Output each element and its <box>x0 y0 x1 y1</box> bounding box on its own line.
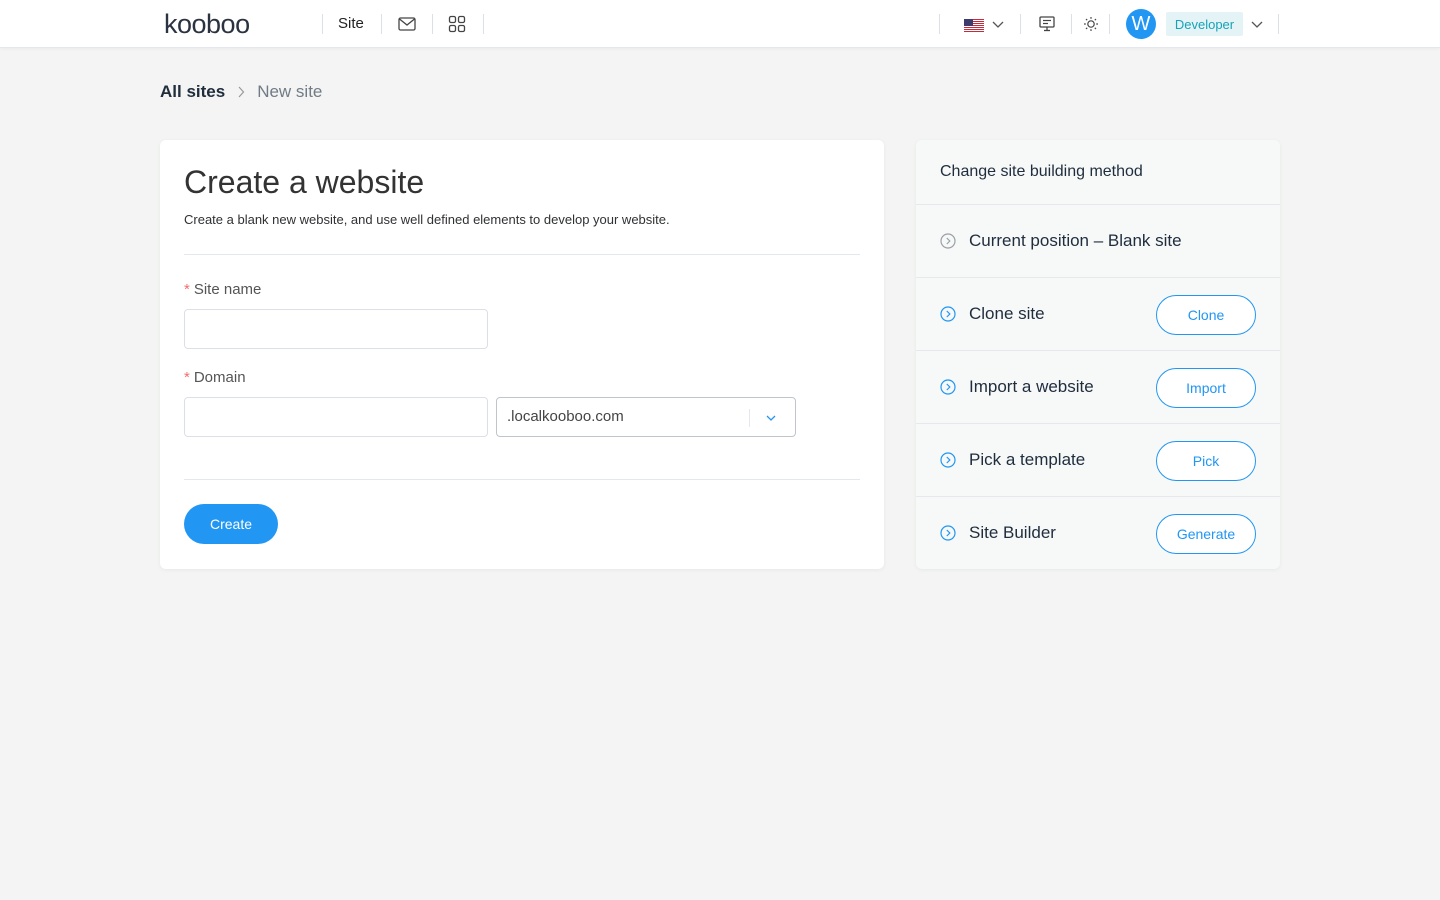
chevron-down-icon[interactable] <box>763 410 779 426</box>
panel-header: Change site building method <box>916 140 1280 205</box>
required-mark: * <box>184 369 190 386</box>
required-mark: * <box>184 281 190 298</box>
divider <box>483 14 484 34</box>
domain-input[interactable] <box>184 397 488 437</box>
create-website-card: Create a website Create a blank new webs… <box>160 140 884 569</box>
mail-icon[interactable] <box>397 14 417 34</box>
chevron-circle-right-icon <box>940 525 956 541</box>
divider <box>184 479 860 480</box>
method-row-clone: Clone site Clone <box>916 278 1280 351</box>
method-row-template: Pick a template Pick <box>916 424 1280 497</box>
generate-button[interactable]: Generate <box>1156 514 1256 554</box>
divider <box>1020 14 1021 34</box>
site-building-method-panel: Change site building method Current posi… <box>916 140 1280 569</box>
kooboo-logo[interactable]: kooboo <box>164 9 250 39</box>
method-label: Clone site <box>969 304 1045 323</box>
apps-grid-icon[interactable] <box>447 14 467 34</box>
method-row-site-builder: Site Builder Generate <box>916 497 1280 569</box>
method-label: Current position – Blank site <box>969 231 1182 250</box>
chevron-circle-right-icon <box>940 233 956 249</box>
chevron-circle-right-icon <box>940 306 956 322</box>
divider <box>381 14 382 34</box>
breadcrumb-current: New site <box>257 82 323 101</box>
chevron-circle-right-icon <box>940 379 956 395</box>
user-avatar[interactable]: W <box>1126 9 1156 39</box>
domain-label-text: Domain <box>193 369 246 386</box>
site-name-input[interactable] <box>184 309 488 349</box>
site-name-label: * Site name <box>184 281 261 298</box>
us-flag-icon[interactable] <box>964 19 984 32</box>
divider <box>322 14 323 34</box>
breadcrumb: All sites New site <box>160 82 322 102</box>
divider <box>749 409 750 427</box>
method-label: Site Builder <box>969 523 1056 542</box>
page-title: Create a website <box>184 164 425 200</box>
method-row-current: Current position – Blank site <box>916 205 1280 278</box>
method-label: Import a website <box>969 377 1094 396</box>
logo-text: kooboo <box>164 8 250 39</box>
divider <box>184 254 860 255</box>
create-button[interactable]: Create <box>184 504 278 544</box>
site-name-label-text: Site name <box>193 281 262 298</box>
divider <box>432 14 433 34</box>
chevron-right-icon <box>237 86 245 98</box>
method-row-import: Import a website Import <box>916 351 1280 424</box>
clone-button[interactable]: Clone <box>1156 295 1256 335</box>
domain-suffix-value: .localkooboo.com <box>507 408 624 425</box>
import-button[interactable]: Import <box>1156 368 1256 408</box>
method-label: Pick a template <box>969 450 1086 469</box>
page-description: Create a blank new website, and use well… <box>184 212 670 227</box>
role-badge[interactable]: Developer <box>1166 12 1243 36</box>
top-navbar: kooboo Site W Developer <box>0 0 1440 48</box>
pick-button[interactable]: Pick <box>1156 441 1256 481</box>
domain-label: * Domain <box>184 369 246 386</box>
chevron-circle-right-icon <box>940 452 956 468</box>
divider <box>939 14 940 34</box>
user-menu-chevron-down-icon[interactable] <box>1247 14 1267 34</box>
language-chevron-down-icon[interactable] <box>988 14 1008 34</box>
sun-icon[interactable] <box>1081 14 1101 34</box>
nav-site-link[interactable]: Site <box>338 14 364 34</box>
divider <box>1109 14 1110 34</box>
divider <box>1071 14 1072 34</box>
presentation-icon[interactable] <box>1037 14 1057 34</box>
divider <box>1278 14 1279 34</box>
breadcrumb-all-sites[interactable]: All sites <box>160 82 225 102</box>
domain-suffix-select[interactable]: .localkooboo.com <box>496 397 796 437</box>
panel-title: Change site building method <box>940 163 1143 180</box>
